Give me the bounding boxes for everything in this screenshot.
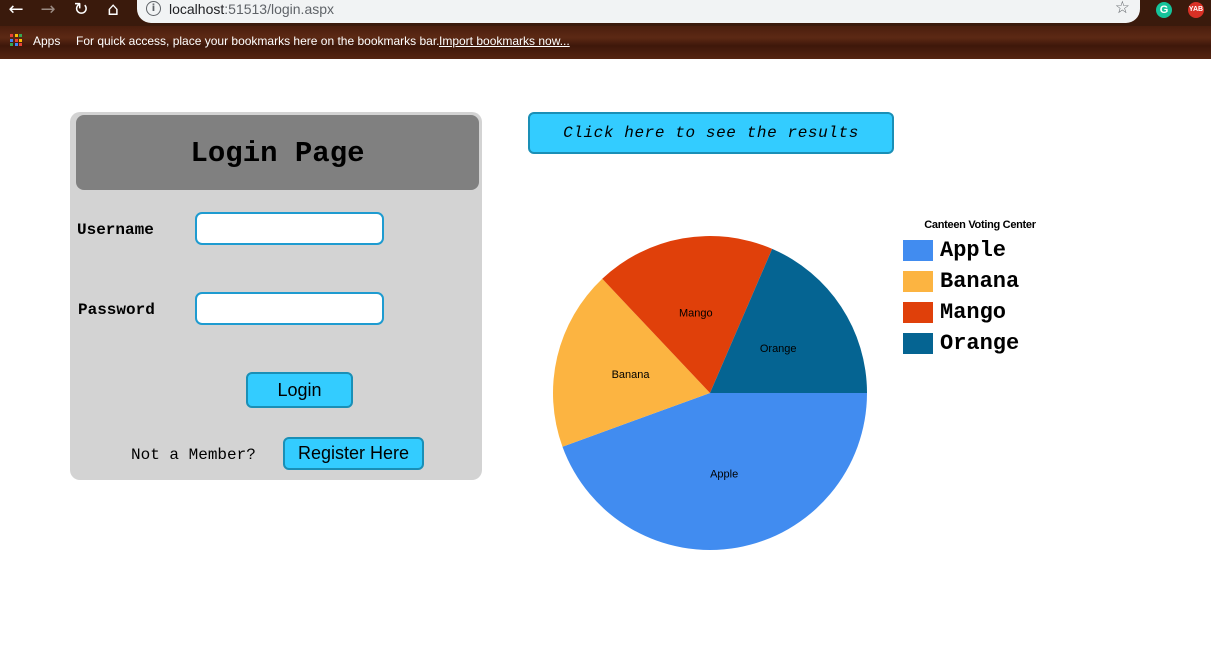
legend-label-banana: Banana bbox=[940, 269, 1019, 294]
login-panel: Login Page Username Password Login Not a… bbox=[70, 112, 482, 480]
chart-title: Canteen Voting Center bbox=[924, 219, 1036, 231]
back-arrow-icon[interactable]: ← bbox=[5, 0, 27, 20]
slice-label-banana: Banana bbox=[612, 369, 651, 381]
login-header: Login Page bbox=[76, 115, 479, 190]
address-url[interactable]: localhost:51513/login.aspx bbox=[169, 1, 334, 17]
slice-label-mango: Mango bbox=[679, 308, 713, 320]
legend-swatch-orange bbox=[903, 333, 933, 354]
see-results-button[interactable]: Click here to see the results bbox=[528, 112, 894, 154]
bookmarks-bar: Apps For quick access, place your bookma… bbox=[0, 26, 1211, 59]
register-button[interactable]: Register Here bbox=[283, 437, 424, 470]
legend-label-apple: Apple bbox=[940, 238, 1006, 263]
member-prompt: Not a Member? bbox=[131, 446, 256, 464]
slice-label-apple: Apple bbox=[710, 468, 738, 480]
import-bookmarks-link[interactable]: Import bookmarks now... bbox=[439, 34, 570, 48]
pie-slice-apple bbox=[562, 393, 868, 551]
legend-label-mango: Mango bbox=[940, 300, 1006, 325]
pie-slice-orange bbox=[710, 248, 867, 393]
username-input[interactable] bbox=[195, 212, 384, 245]
reload-icon[interactable]: ↻ bbox=[70, 0, 92, 20]
address-bar[interactable]: i localhost:51513/login.aspx ☆ bbox=[137, 0, 1140, 23]
url-path: :51513/login.aspx bbox=[224, 1, 335, 17]
slice-label-orange: Orange bbox=[760, 343, 797, 355]
password-label: Password bbox=[78, 301, 155, 319]
login-button[interactable]: Login bbox=[246, 372, 353, 408]
page-title: Login Page bbox=[190, 137, 365, 170]
bookmarks-message: For quick access, place your bookmarks h… bbox=[76, 34, 440, 48]
legend-swatch-mango bbox=[903, 302, 933, 323]
bookmark-star-icon[interactable]: ☆ bbox=[1115, 0, 1130, 18]
username-label: Username bbox=[77, 221, 154, 239]
yab-extension-icon[interactable]: YAB bbox=[1188, 2, 1204, 18]
apps-grid-icon[interactable] bbox=[10, 34, 22, 46]
legend-label-orange: Orange bbox=[940, 331, 1019, 356]
pie-slice-banana bbox=[553, 278, 710, 447]
apps-shortcut[interactable]: Apps bbox=[33, 34, 60, 48]
url-host: localhost bbox=[169, 1, 225, 17]
legend-swatch-banana bbox=[903, 271, 933, 292]
password-input[interactable] bbox=[195, 292, 384, 325]
browser-toolbar: ← → ↻ ⌂ i localhost:51513/login.aspx ☆ G… bbox=[0, 0, 1211, 26]
legend-swatch-apple bbox=[903, 240, 933, 261]
grammarly-extension-icon[interactable]: G bbox=[1156, 2, 1172, 18]
home-icon[interactable]: ⌂ bbox=[102, 0, 124, 20]
pie-slice-mango bbox=[602, 236, 773, 393]
site-info-icon[interactable]: i bbox=[146, 1, 161, 16]
forward-arrow-icon[interactable]: → bbox=[37, 0, 59, 20]
